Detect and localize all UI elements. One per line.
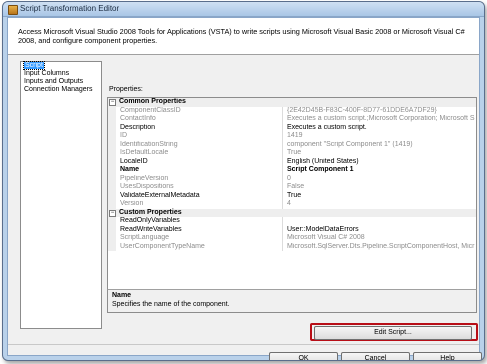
property-row-localeid[interactable]: LocaleID English (United States) — [108, 157, 476, 167]
row-gutter — [108, 157, 116, 166]
property-row-contactinfo[interactable]: ContactInfo Executes a custom script.;Mic… — [108, 115, 476, 124]
dialog-client: Access Microsoft Visual Studio 2008 Tool… — [7, 17, 482, 360]
page-list: Script Input Columns Inputs and Outputs … — [20, 61, 102, 329]
nav-item-label: Connection Managers — [24, 86, 93, 93]
properties-label: Properties: — [109, 86, 143, 93]
row-gutter — [108, 149, 116, 158]
property-name: ContactInfo — [120, 115, 283, 124]
row-gutter — [108, 234, 116, 243]
property-row-usercomponenttypename[interactable]: UserComponentTypeName Microsoft.SqlServer… — [108, 242, 476, 251]
property-name: ScriptLanguage — [120, 234, 283, 243]
property-row-readonlyvariables[interactable]: ReadOnlyVariables — [108, 217, 476, 226]
property-row-description[interactable]: Description Executes a custom script. — [108, 123, 476, 133]
property-grid: − Common Properties ComponentClassID {2E4… — [107, 97, 477, 292]
property-value[interactable]: True — [287, 192, 476, 201]
property-row-identificationstring[interactable]: IdentificationString component "Script Co… — [108, 140, 476, 149]
nav-item-label: Inputs and Outputs — [24, 78, 84, 85]
property-value[interactable]: Executes a custom script. — [287, 124, 476, 133]
property-value: False — [287, 183, 305, 190]
property-row-validateexternalmetadata[interactable]: ValidateExternalMetadata True — [108, 191, 476, 201]
property-value: 1419 — [287, 132, 303, 139]
help-text: Specifies the name of the component. — [112, 301, 230, 308]
row-gutter — [108, 140, 116, 149]
property-name: Description — [120, 123, 283, 132]
property-value: True — [287, 149, 302, 156]
property-row-usesdispositions[interactable]: UsesDispositions False — [108, 183, 476, 192]
button-separator — [8, 344, 479, 345]
row-gutter — [108, 191, 116, 200]
property-value: 4 — [287, 200, 291, 207]
property-row-id[interactable]: ID 1419 — [108, 132, 476, 141]
property-row-scriptlanguage[interactable]: ScriptLanguage Microsoft Visual C# 2008 — [108, 234, 476, 243]
row-gutter — [108, 106, 116, 115]
title-bar: Script Transformation Editor — [3, 2, 484, 17]
property-value[interactable]: Script Component 1 — [287, 166, 476, 175]
row-gutter — [108, 242, 116, 251]
property-name: IdentificationString — [120, 140, 283, 149]
property-name: UsesDispositions — [120, 183, 283, 192]
row-gutter — [108, 200, 116, 209]
property-row-pipelineversion[interactable]: PipelineVersion 0 — [108, 174, 476, 183]
row-gutter — [108, 183, 116, 192]
row-gutter — [108, 132, 116, 141]
ok-button[interactable]: OK — [269, 352, 338, 360]
category-title: Common Properties — [119, 98, 186, 105]
nav-item-label: Input Columns — [24, 70, 70, 77]
property-name: ComponentClassID — [120, 106, 283, 115]
property-row-name[interactable]: Name Script Component 1 — [108, 166, 476, 175]
collapse-icon[interactable]: − — [109, 99, 116, 106]
row-gutter — [108, 225, 116, 234]
help-title: Name — [112, 292, 132, 299]
category-common-properties[interactable]: − Common Properties — [108, 98, 476, 107]
property-value: Executes a custom script.;Microsoft Corp… — [287, 115, 475, 122]
nav-item-label: Script — [23, 61, 45, 70]
property-value: 0 — [287, 174, 291, 182]
property-name: UserComponentTypeName — [120, 242, 283, 251]
property-value[interactable]: User::ModelDataErrors — [287, 226, 476, 235]
editor-window: Script Transformation Editor Access Micr… — [2, 1, 485, 361]
property-name: ValidateExternalMetadata — [120, 191, 283, 200]
row-gutter — [108, 166, 116, 175]
property-value: component "Script Component 1" (1419) — [287, 140, 413, 148]
collapse-icon[interactable]: − — [109, 209, 116, 217]
category-custom-properties[interactable]: − Custom Properties — [108, 208, 476, 217]
property-value: {2E42D45B-F83C-400F-8D77-61DDE6A7DF29} — [287, 106, 437, 114]
property-name: IsDefaultLocale — [120, 149, 283, 158]
property-value: Microsoft Visual C# 2008 — [287, 234, 365, 241]
property-row-componentclassid[interactable]: ComponentClassID {2E42D45B-F83C-400F-8D77… — [108, 106, 476, 115]
app-icon — [8, 5, 18, 15]
property-name: ReadWriteVariables — [120, 225, 283, 234]
property-name: Name — [120, 166, 283, 175]
nav-item-connection-managers[interactable]: Connection Managers — [21, 86, 101, 94]
header-panel: Access Microsoft Visual Studio 2008 Tool… — [8, 18, 479, 55]
property-help-panel: Name Specifies the name of the component… — [107, 289, 477, 313]
property-value: Microsoft.SqlServer.Dts.Pipeline.ScriptC… — [287, 242, 475, 250]
property-name: ID — [120, 132, 283, 141]
property-row-isdefaultlocale[interactable]: IsDefaultLocale True — [108, 149, 476, 158]
property-name: ReadOnlyVariables — [120, 217, 283, 226]
property-name: LocaleID — [120, 157, 283, 166]
row-gutter — [108, 123, 116, 132]
nav-item-inputs-and-outputs[interactable]: Inputs and Outputs — [21, 78, 101, 86]
row-gutter — [108, 115, 116, 124]
row-gutter — [108, 174, 116, 183]
cancel-button[interactable]: Cancel — [341, 352, 410, 360]
property-row-version[interactable]: Version 4 — [108, 200, 476, 209]
row-gutter — [108, 217, 116, 226]
property-value[interactable]: English (United States) — [287, 158, 476, 167]
property-row-readwritevariables[interactable]: ReadWriteVariables User::ModelDataErrors — [108, 225, 476, 235]
nav-item-input-columns[interactable]: Input Columns — [21, 70, 101, 78]
category-title: Custom Properties — [119, 208, 182, 216]
nav-item-script[interactable]: Script — [21, 61, 101, 70]
property-name: Version — [120, 200, 283, 209]
window-title: Script Transformation Editor — [20, 4, 120, 13]
help-button[interactable]: Help — [413, 352, 482, 360]
header-description: Access Microsoft Visual Studio 2008 Tool… — [18, 27, 465, 45]
edit-script-button[interactable]: Edit Script... — [314, 326, 472, 340]
property-name: PipelineVersion — [120, 174, 283, 183]
